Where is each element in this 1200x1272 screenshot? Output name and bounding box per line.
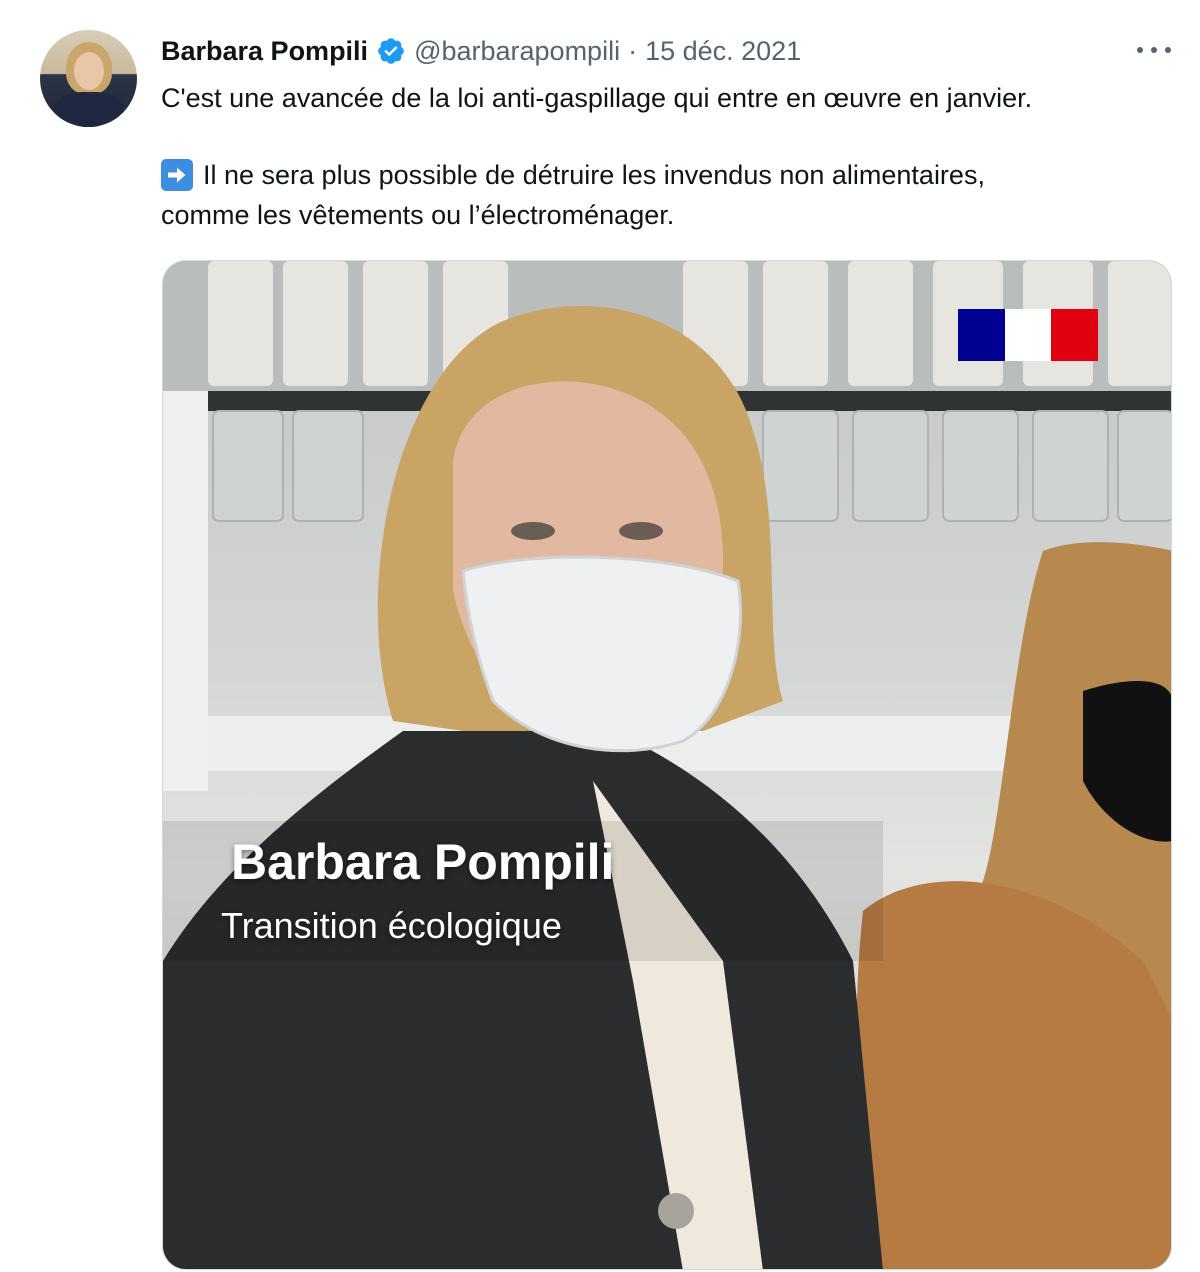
republique-francaise-logo xyxy=(958,309,1099,361)
video-frame xyxy=(163,261,1171,1269)
logo-white-band xyxy=(1004,309,1052,361)
coat xyxy=(163,731,883,1269)
tweet-text-line-3: comme les vêtements ou l’électroménager. xyxy=(161,200,675,230)
dispenser xyxy=(762,410,839,522)
logo-red-band xyxy=(1051,309,1099,361)
verified-badge-icon xyxy=(376,36,406,66)
avatar[interactable] xyxy=(40,30,137,127)
dispenser xyxy=(292,410,364,522)
video-media[interactable]: Barbara Pompili Transition écologique xyxy=(162,260,1172,1270)
avatar-body xyxy=(54,92,124,127)
tweet[interactable]: Barbara Pompili @barbarapompili · 15 déc… xyxy=(0,0,1200,1272)
dispenser xyxy=(1117,410,1171,522)
more-dot xyxy=(1137,47,1143,53)
tweet-text-line-2-row: Il ne sera plus possible de détruire les… xyxy=(161,155,1161,195)
avatar-face xyxy=(74,52,104,90)
jar xyxy=(763,261,828,386)
dispenser xyxy=(1032,410,1109,522)
author-name[interactable]: Barbara Pompili xyxy=(161,36,368,67)
more-dot xyxy=(1165,47,1171,53)
jar xyxy=(848,261,913,386)
video-caption-name: Barbara Pompili xyxy=(231,834,615,890)
header-separator: · xyxy=(628,35,638,66)
more-options-icon[interactable] xyxy=(1137,40,1171,60)
more-dot xyxy=(1151,47,1157,53)
jar xyxy=(1108,261,1171,386)
tweet-text-line-2: Il ne sera plus possible de détruire les… xyxy=(203,160,985,190)
left-panel xyxy=(163,391,208,791)
dispenser xyxy=(212,410,284,522)
coat-button xyxy=(658,1193,694,1229)
jar xyxy=(283,261,348,386)
eye-right xyxy=(619,522,663,540)
video-caption-role: Transition écologique xyxy=(221,905,562,946)
eye-left xyxy=(511,522,555,540)
logo-blue-band xyxy=(958,309,1005,361)
author-handle[interactable]: @barbarapompili xyxy=(414,36,620,67)
tweet-date[interactable]: 15 déc. 2021 xyxy=(645,36,801,67)
dispenser xyxy=(852,410,929,522)
jar xyxy=(208,261,273,386)
dispenser xyxy=(942,410,1019,522)
right-arrow-emoji-icon xyxy=(161,159,193,191)
tweet-header: Barbara Pompili @barbarapompili · 15 déc… xyxy=(161,33,801,69)
jar xyxy=(363,261,428,386)
tweet-text-line-1: C'est une avancée de la loi anti-gaspill… xyxy=(161,83,1033,113)
